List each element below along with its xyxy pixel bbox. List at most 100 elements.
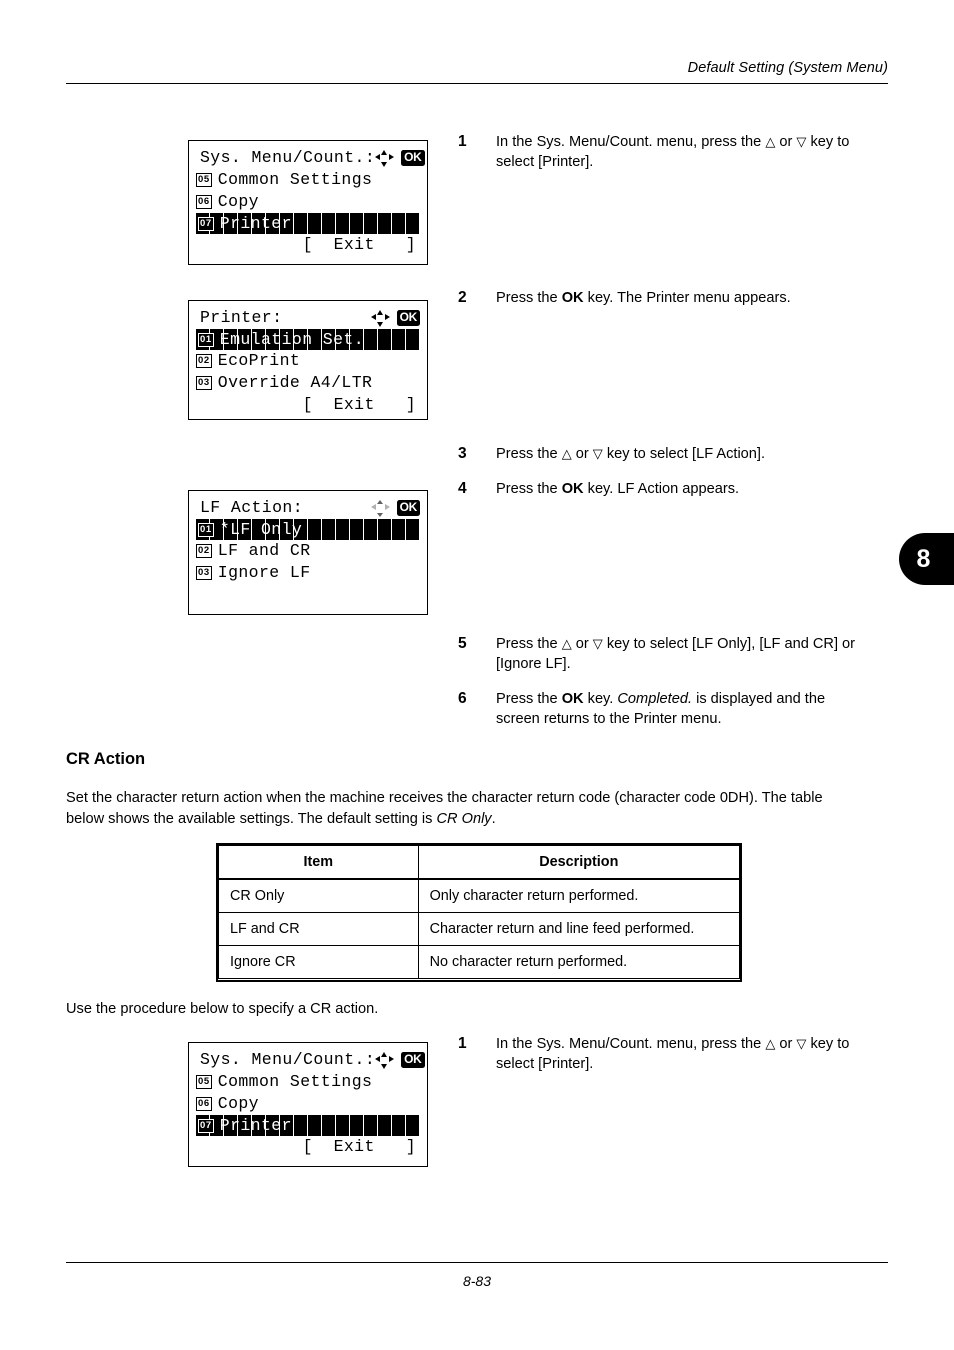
step-text: Press the OK key. Completed. is displaye… — [496, 689, 890, 729]
lcd-menu-item[interactable]: 03 Override A4/LTR — [196, 372, 420, 394]
menu-item-index: 06 — [196, 195, 212, 209]
triangle-down-icon: ▽ — [796, 134, 807, 149]
four-way-arrow-icon — [370, 309, 390, 327]
lcd-menu-item[interactable]: 03 Ignore LF — [196, 562, 420, 584]
triangle-down-icon: ▽ — [592, 446, 603, 461]
step-text-part: or — [775, 1036, 797, 1052]
step-number: 5 — [458, 635, 467, 652]
lcd-menu-item[interactable]: 02 EcoPrint — [196, 350, 420, 372]
menu-item-label: *LF Only — [219, 520, 303, 539]
paragraph-line: Set the character return action when the… — [66, 790, 823, 806]
menu-item-index: 05 — [196, 173, 212, 187]
up-down-arrow-icon — [370, 499, 390, 517]
lcd-empty-row — [196, 584, 420, 606]
lcd-title: LF Action: — [200, 498, 304, 517]
ok-key-icon: OK — [396, 500, 420, 516]
step-number: 2 — [458, 289, 467, 306]
lcd-menu-item-selected[interactable]: 01 Emulation Set. — [196, 329, 420, 350]
step-text-part: Press the — [496, 691, 562, 707]
menu-item-index: 06 — [196, 1097, 212, 1111]
menu-item-label: Ignore LF — [217, 563, 311, 582]
lcd-menu-item[interactable]: 05 Common Settings — [196, 1071, 420, 1093]
triangle-up-icon: △ — [765, 1036, 776, 1051]
step-text-part: key to — [806, 134, 850, 150]
step-1-cr: 1 In the Sys. Menu/Count. menu, press th… — [458, 1034, 888, 1074]
menu-item-index: 02 — [196, 354, 212, 368]
menu-item-label: LF and CR — [217, 541, 311, 560]
step-text-part: key. — [583, 691, 618, 707]
menu-item-index: 03 — [196, 566, 212, 580]
step-text-part: key to — [806, 1036, 850, 1052]
step-text-part: is displayed and the — [692, 691, 826, 707]
ok-key-icon: OK — [396, 310, 420, 326]
step-4-lf: 4 Press the OK key. LF Action appears. — [458, 479, 888, 499]
page-number: 8-83 — [462, 1273, 492, 1289]
menu-item-index: 02 — [196, 544, 212, 558]
menu-item-label: Printer — [219, 1116, 292, 1135]
step-number: 4 — [458, 480, 467, 497]
step-text: Press the OK key. The Printer menu appea… — [496, 288, 888, 308]
step-text-part: key. LF Action appears. — [583, 481, 740, 497]
menu-item-index: 07 — [198, 216, 214, 231]
step-2-lf: 2 Press the OK key. The Printer menu app… — [458, 288, 888, 308]
menu-item-label: EcoPrint — [217, 351, 301, 370]
step-text: Press the △ or ▽ key to select [LF Actio… — [496, 444, 888, 464]
step-number: 3 — [458, 445, 467, 462]
lcd-title-row: Sys. Menu/Count.: OK — [196, 1049, 425, 1071]
step-text-part: Press the — [496, 446, 562, 462]
step-text-part: In the Sys. Menu/Count. menu, press the — [496, 1036, 766, 1052]
menu-item-label: Printer — [219, 214, 292, 233]
lcd-menu-item[interactable]: 06 Copy — [196, 191, 420, 213]
step-text: Press the OK key. LF Action appears. — [496, 479, 888, 499]
step-text-part: In the Sys. Menu/Count. menu, press the — [496, 134, 766, 150]
step-text: In the Sys. Menu/Count. menu, press the … — [496, 132, 888, 172]
lcd-panel-printer: Printer: OK 01 Emulation Set. 02 EcoPrin… — [188, 300, 428, 420]
lcd-softkey-exit[interactable]: [ Exit ] — [196, 394, 420, 416]
lcd-menu-item-selected[interactable]: 01 *LF Only — [196, 519, 420, 540]
step-3-lf: 3 Press the △ or ▽ key to select [LF Act… — [458, 444, 888, 464]
menu-item-label: Override A4/LTR — [217, 373, 373, 392]
step-text-part: key to select [LF Only], [LF and CR] or — [602, 636, 856, 652]
step-text: In the Sys. Menu/Count. menu, press the … — [496, 1034, 888, 1074]
menu-item-label: Common Settings — [217, 1072, 373, 1091]
header-divider — [66, 83, 888, 84]
lcd-title: Sys. Menu/Count.: — [200, 148, 376, 167]
menu-item-index: 03 — [196, 376, 212, 390]
cr-action-heading: CR Action — [66, 750, 146, 768]
menu-item-index: 07 — [198, 1118, 214, 1133]
step-text-part: screen returns to the Printer menu. — [496, 711, 722, 727]
step-number: 1 — [458, 1035, 467, 1052]
step-text-part: or — [775, 134, 797, 150]
step-text-part: key to select [LF Action]. — [602, 446, 766, 462]
lcd-menu-item-selected[interactable]: 07 Printer — [196, 1115, 420, 1136]
page-footer: 8-83 — [66, 1262, 888, 1289]
header-title: Default Setting (System Menu) — [687, 60, 888, 76]
step-6-lf: 6 Press the OK key. Completed. is displa… — [458, 689, 890, 729]
ok-key-icon: OK — [401, 150, 425, 166]
four-way-arrow-icon — [375, 149, 395, 167]
lcd-menu-item-selected[interactable]: 07 Printer — [196, 213, 420, 234]
menu-item-label: Copy — [217, 192, 259, 211]
lcd-panel-sys-menu-bottom: Sys. Menu/Count.: OK 05 Common Settings … — [188, 1042, 428, 1167]
lcd-menu-item[interactable]: 02 LF and CR — [196, 540, 420, 562]
step-text: Press the △ or ▽ key to select [LF Only]… — [496, 634, 890, 674]
lcd-menu-item[interactable]: 06 Copy — [196, 1093, 420, 1115]
lcd-menu-item[interactable]: 05 Common Settings — [196, 169, 420, 191]
step-text-part: or — [571, 446, 593, 462]
menu-item-index: 01 — [198, 332, 214, 347]
chapter-tab: 8 — [899, 533, 954, 585]
triangle-up-icon: △ — [561, 446, 572, 461]
cr-action-paragraph: Set the character return action when the… — [66, 788, 890, 829]
lcd-title-row: Sys. Menu/Count.: OK — [196, 147, 425, 169]
paragraph-line: . — [491, 810, 496, 827]
step-number: 1 — [458, 133, 467, 150]
lcd-softkey-exit[interactable]: [ Exit ] — [196, 234, 420, 256]
step-text-part: Press the — [496, 290, 562, 306]
default-setting-value: CR Only — [436, 810, 492, 827]
lcd-title-row: LF Action: OK — [196, 497, 420, 519]
menu-item-label: Copy — [217, 1094, 259, 1113]
triangle-up-icon: △ — [561, 636, 572, 651]
menu-item-label: Emulation Set. — [219, 330, 365, 349]
step-text-part: key. The Printer menu appears. — [583, 290, 791, 306]
lcd-softkey-exit[interactable]: [ Exit ] — [196, 1136, 420, 1158]
